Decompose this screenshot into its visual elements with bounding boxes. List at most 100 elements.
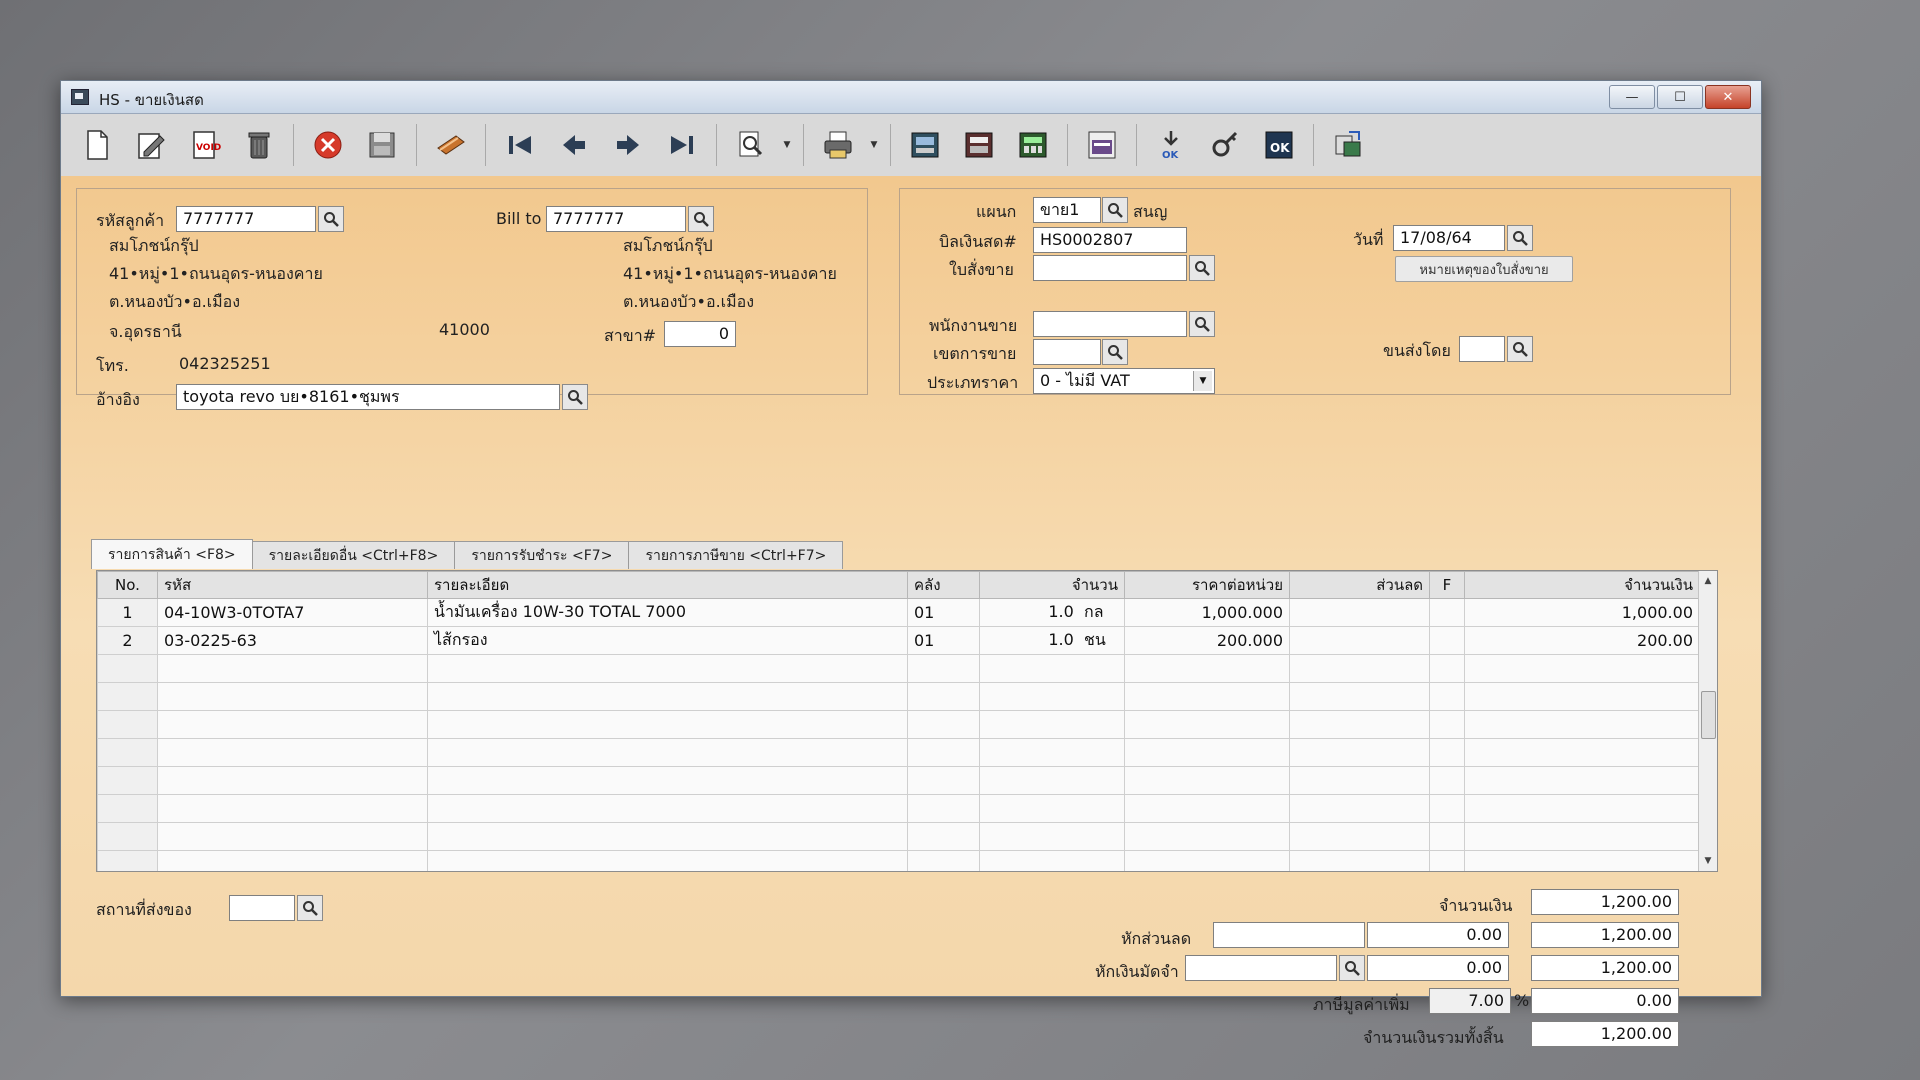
empty-cell[interactable]: [1464, 654, 1700, 683]
empty-cell[interactable]: [907, 682, 980, 711]
empty-cell[interactable]: [157, 654, 428, 683]
scroll-down-icon[interactable]: ▼: [1699, 853, 1717, 869]
empty-cell[interactable]: [1429, 738, 1465, 767]
empty-cell[interactable]: [907, 738, 980, 767]
table-row[interactable]: [97, 766, 1700, 795]
empty-cell[interactable]: [1289, 822, 1430, 851]
tab-items[interactable]: รายการสินค้า <F8>: [91, 539, 253, 569]
tab-other-details[interactable]: รายละเอียดอื่น <Ctrl+F8>: [251, 541, 456, 569]
reference-input[interactable]: toyota revo บย•8161•ชุมพร: [176, 384, 560, 410]
empty-cell[interactable]: [907, 710, 980, 739]
column-header-quantity[interactable]: จำนวน: [979, 571, 1125, 599]
customer-code-input[interactable]: 7777777: [176, 206, 316, 232]
cash-bill-input[interactable]: HS0002807: [1033, 227, 1187, 253]
empty-cell[interactable]: [427, 710, 908, 739]
row-description[interactable]: น้ำมันเครื่อง 10W-30 TOTAL 7000: [427, 598, 908, 627]
empty-cell[interactable]: [427, 682, 908, 711]
empty-cell[interactable]: [1429, 822, 1465, 851]
empty-cell[interactable]: [1289, 710, 1430, 739]
empty-cell[interactable]: [979, 766, 1125, 795]
empty-cell[interactable]: [1124, 710, 1290, 739]
table-row[interactable]: 2 03-0225-63 ไส้กรอง 01 1.0 ชน 200.000 2…: [97, 626, 1700, 655]
report-icon[interactable]: [901, 121, 949, 169]
empty-cell[interactable]: [1429, 794, 1465, 823]
date-picker-button[interactable]: [1507, 225, 1533, 251]
sales-order-search-button[interactable]: [1189, 255, 1215, 281]
empty-cell[interactable]: [157, 710, 428, 739]
empty-cell[interactable]: [1464, 822, 1700, 851]
chevron-down-icon[interactable]: ▼: [781, 122, 793, 168]
sales-order-input[interactable]: [1033, 255, 1187, 281]
table-row[interactable]: [97, 654, 1700, 683]
vat-rate-input[interactable]: 7.00: [1429, 988, 1511, 1014]
ledger-icon[interactable]: [955, 121, 1003, 169]
row-f[interactable]: [1429, 598, 1465, 627]
empty-cell[interactable]: [979, 738, 1125, 767]
search-doc-icon[interactable]: [727, 121, 775, 169]
minimize-button[interactable]: —: [1609, 85, 1655, 109]
empty-cell[interactable]: [427, 654, 908, 683]
empty-cell[interactable]: [1124, 766, 1290, 795]
empty-cell[interactable]: [907, 850, 980, 871]
empty-cell[interactable]: [1464, 766, 1700, 795]
empty-cell[interactable]: [157, 738, 428, 767]
empty-cell[interactable]: [979, 850, 1125, 871]
empty-cell[interactable]: [427, 794, 908, 823]
row-f[interactable]: [1429, 626, 1465, 655]
scroll-up-icon[interactable]: ▲: [1699, 573, 1717, 589]
column-header-amount[interactable]: จำนวนเงิน: [1464, 571, 1700, 599]
empty-cell[interactable]: [907, 766, 980, 795]
empty-cell[interactable]: [1464, 682, 1700, 711]
empty-cell[interactable]: [1124, 822, 1290, 851]
row-description[interactable]: ไส้กรอง: [427, 626, 908, 655]
empty-cell[interactable]: [979, 710, 1125, 739]
empty-cell[interactable]: [1464, 738, 1700, 767]
empty-cell[interactable]: [1429, 710, 1465, 739]
table-row[interactable]: [97, 794, 1700, 823]
empty-cell[interactable]: [1289, 682, 1430, 711]
row-warehouse[interactable]: 01: [907, 626, 980, 655]
column-header-unit-price[interactable]: ราคาต่อหน่วย: [1124, 571, 1290, 599]
empty-cell[interactable]: [979, 654, 1125, 683]
empty-cell[interactable]: [907, 794, 980, 823]
column-header-discount[interactable]: ส่วนลด: [1289, 571, 1430, 599]
deposit-text-input[interactable]: [1185, 955, 1337, 981]
empty-cell[interactable]: [1124, 682, 1290, 711]
new-doc-icon[interactable]: [73, 121, 121, 169]
shipping-search-button[interactable]: [1507, 336, 1533, 362]
transfer-icon[interactable]: [1324, 121, 1372, 169]
row-discount[interactable]: [1289, 598, 1430, 627]
empty-cell[interactable]: [427, 766, 908, 795]
empty-cell[interactable]: [979, 822, 1125, 851]
column-header-description[interactable]: รายละเอียด: [427, 571, 908, 599]
row-warehouse[interactable]: 01: [907, 598, 980, 627]
void-icon[interactable]: VOID: [181, 121, 229, 169]
row-discount[interactable]: [1289, 626, 1430, 655]
empty-cell[interactable]: [1289, 766, 1430, 795]
grid-scrollbar[interactable]: ▲ ▼: [1698, 571, 1717, 871]
salesman-input[interactable]: [1033, 311, 1187, 337]
notes-icon[interactable]: [427, 121, 475, 169]
approve-icon[interactable]: OK: [1147, 121, 1195, 169]
row-unit-price[interactable]: 1,000.000: [1124, 598, 1290, 627]
row-unit-price[interactable]: 200.000: [1124, 626, 1290, 655]
empty-cell[interactable]: [1124, 794, 1290, 823]
ok-icon[interactable]: OK: [1255, 121, 1303, 169]
chevron-down-icon[interactable]: ▼: [868, 122, 880, 168]
key-icon[interactable]: [1201, 121, 1249, 169]
customer-search-button[interactable]: [318, 206, 344, 232]
empty-cell[interactable]: [1429, 654, 1465, 683]
empty-cell[interactable]: [1464, 794, 1700, 823]
empty-cell[interactable]: [157, 794, 428, 823]
empty-cell[interactable]: [1429, 682, 1465, 711]
table-row[interactable]: [97, 738, 1700, 767]
branch-input[interactable]: 0: [664, 321, 736, 347]
tab-payments[interactable]: รายการรับชำระ <F7>: [454, 541, 630, 569]
empty-cell[interactable]: [157, 822, 428, 851]
empty-cell[interactable]: [427, 850, 908, 871]
empty-cell[interactable]: [1429, 850, 1465, 871]
reference-search-button[interactable]: [562, 384, 588, 410]
empty-cell[interactable]: [907, 822, 980, 851]
renew-icon[interactable]: [1078, 121, 1126, 169]
empty-cell[interactable]: [1124, 738, 1290, 767]
